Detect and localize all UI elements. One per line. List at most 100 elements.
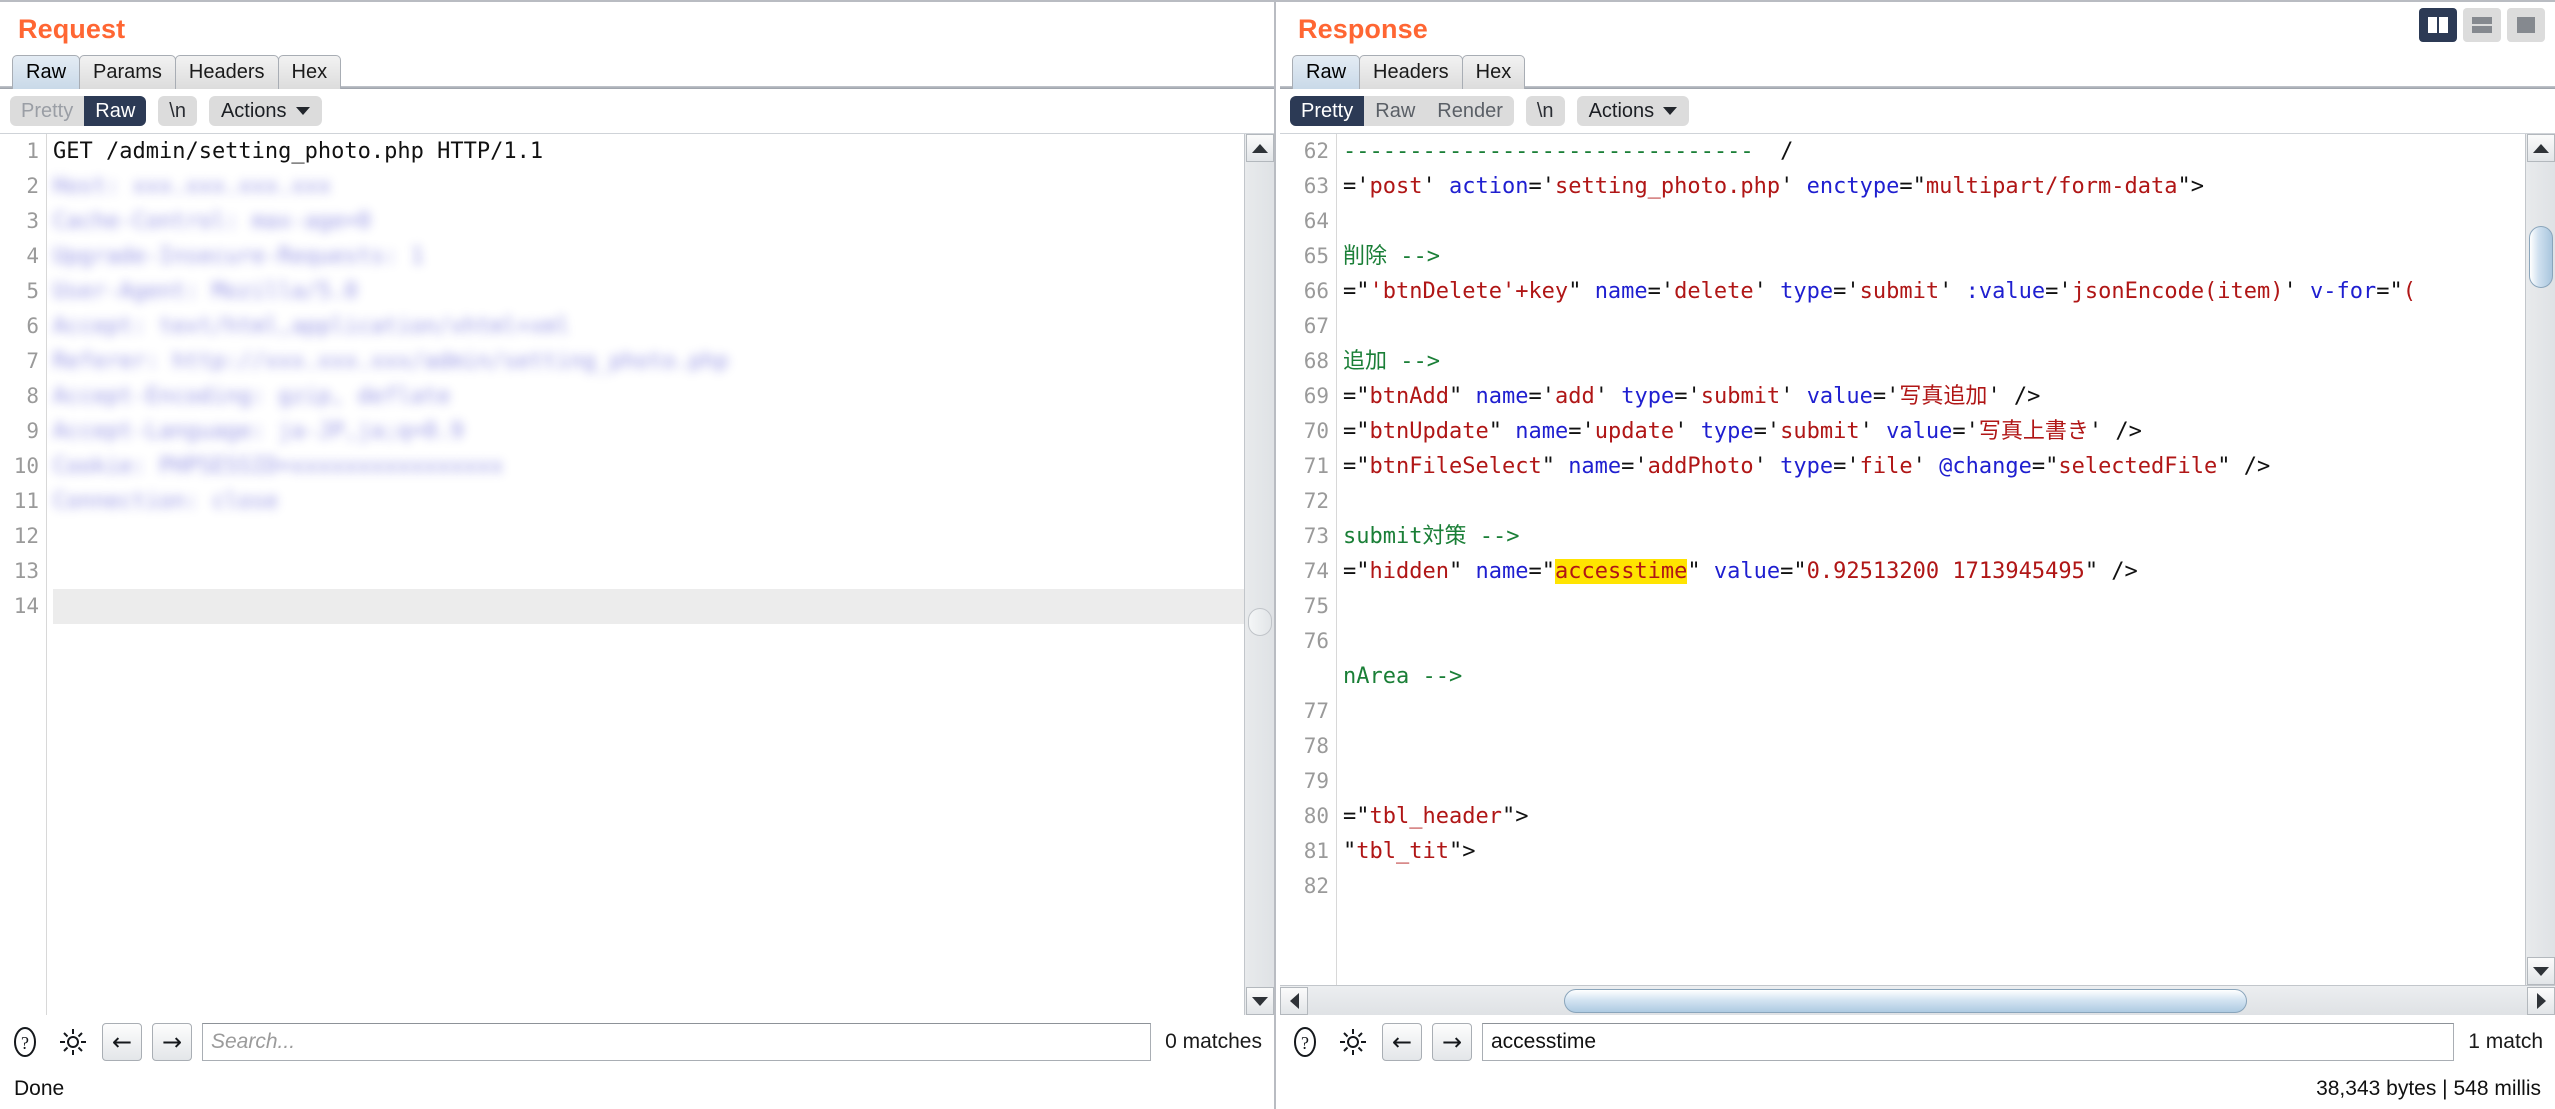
request-tab-headers[interactable]: Headers: [175, 55, 279, 89]
response-line-number: 74: [1280, 554, 1329, 589]
code-token: type: [1621, 384, 1674, 409]
response-line-number: 72: [1280, 484, 1329, 519]
response-code-area[interactable]: ------------------------------- /='post'…: [1336, 134, 2525, 985]
code-token: ": [1449, 559, 1476, 584]
response-settings-button[interactable]: [1334, 1023, 1372, 1061]
request-response-split: Request Raw Params Headers Hex Pretty Ra…: [0, 2, 2555, 1109]
response-line-number: 69: [1280, 379, 1329, 414]
request-scroll-up-button[interactable]: [1246, 134, 1274, 162]
code-token: tbl_tit: [1356, 839, 1449, 864]
response-editor[interactable]: 6263646566676869707172737475767778798081…: [1280, 134, 2525, 985]
response-hscroll-thumb[interactable]: [1564, 989, 2247, 1013]
code-token: ': [1780, 384, 1807, 409]
request-find-next-button[interactable]: →: [152, 1023, 192, 1061]
response-scroll-left-button[interactable]: [1280, 987, 1308, 1015]
response-find-next-button[interactable]: →: [1432, 1023, 1472, 1061]
response-view-raw[interactable]: Raw: [1364, 96, 1426, 126]
code-token: selectedFile: [2058, 454, 2217, 479]
code-token: enctype: [1807, 174, 1900, 199]
request-editor-wrap: 1234567891011121314 GET /admin/setting_p…: [0, 133, 1274, 1015]
code-token: :value: [1966, 279, 2045, 304]
request-find-prev-button[interactable]: ←: [102, 1023, 142, 1061]
response-view-pretty[interactable]: Pretty: [1290, 96, 1364, 126]
side-by-side-icon: [2427, 16, 2449, 34]
redacted-header-text: User-Agent: Mozilla/5.0: [53, 279, 358, 304]
redacted-header-text: Cookie: PHPSESSID=xxxxxxxxxxxxxxxx: [53, 454, 503, 479]
request-code-area[interactable]: GET /admin/setting_photo.php HTTP/1.1Hos…: [46, 134, 1244, 1015]
code-token: =': [1621, 454, 1648, 479]
request-settings-button[interactable]: [54, 1023, 92, 1061]
response-vertical-scrollbar[interactable]: [2525, 134, 2555, 985]
layout-side-by-side-button[interactable]: [2419, 8, 2457, 42]
response-actions-button[interactable]: Actions: [1577, 96, 1690, 126]
redacted-header-text: Accept: text/html,application/xhtml+xml: [53, 314, 570, 339]
request-line-numbers: 1234567891011121314: [0, 134, 46, 1015]
code-token: ">: [1502, 804, 1529, 829]
request-vertical-scrollbar[interactable]: [1244, 134, 1274, 1015]
request-scroll-down-button[interactable]: [1246, 987, 1274, 1015]
response-code-line: nArea -->: [1343, 659, 2525, 694]
code-token: submit対策 -->: [1343, 524, 1519, 549]
response-code-line: ="hidden" name="accesstime" value="0.925…: [1343, 554, 2525, 589]
response-view-render[interactable]: Render: [1426, 96, 1514, 126]
response-view-mode-group: Pretty Raw Render: [1290, 96, 1514, 126]
response-scroll-right-button[interactable]: [2527, 987, 2555, 1015]
response-line-number: 66: [1280, 274, 1329, 309]
code-token: " />: [2217, 454, 2270, 479]
request-tab-params[interactable]: Params: [79, 55, 176, 89]
code-token: ': [1913, 454, 1940, 479]
request-scroll-thumb[interactable]: [1248, 608, 1272, 636]
request-scroll-track[interactable]: [1246, 162, 1274, 987]
request-tab-hex[interactable]: Hex: [278, 55, 342, 89]
response-tab-hex[interactable]: Hex: [1462, 55, 1526, 89]
response-line-number: 79: [1280, 764, 1329, 799]
response-newline-toggle[interactable]: \n: [1526, 96, 1565, 126]
arrow-left-icon: ←: [112, 1030, 132, 1054]
code-token: =': [1343, 174, 1370, 199]
redacted-header-text: Cache-Control: max-age=0: [53, 209, 371, 234]
request-actions-button[interactable]: Actions: [209, 96, 322, 126]
request-tab-raw[interactable]: Raw: [12, 55, 80, 89]
response-scroll-down-button[interactable]: [2527, 957, 2555, 985]
request-tabstrip: Raw Params Headers Hex: [0, 51, 1274, 89]
response-code-line: ="'btnDelete'+key" name='delete' type='s…: [1343, 274, 2525, 309]
request-editor[interactable]: 1234567891011121314 GET /admin/setting_p…: [0, 134, 1244, 1015]
request-match-count: 0 matches: [1161, 1030, 1262, 1054]
response-scroll-track[interactable]: [2527, 162, 2555, 957]
response-scroll-thumb[interactable]: [2529, 226, 2553, 288]
response-tab-raw[interactable]: Raw: [1292, 55, 1360, 89]
redacted-header-text: Accept-Encoding: gzip, deflate: [53, 384, 450, 409]
triangle-up-icon: [2533, 144, 2549, 153]
response-line-number: 75: [1280, 589, 1329, 624]
response-search-input[interactable]: [1482, 1023, 2454, 1061]
request-search-input[interactable]: [202, 1023, 1151, 1061]
response-horizontal-scrollbar[interactable]: [1280, 985, 2555, 1015]
layout-stacked-button[interactable]: [2463, 8, 2501, 42]
request-view-raw[interactable]: Raw: [84, 96, 146, 126]
request-code-line: Connection: close: [53, 484, 1244, 519]
code-token: ": [1687, 559, 1714, 584]
layout-single-pane-button[interactable]: [2507, 8, 2545, 42]
request-line-number: 3: [0, 204, 39, 239]
response-hscroll-track[interactable]: [1308, 987, 2527, 1015]
response-find-bar: ? ← → 1 mat: [1280, 1015, 2555, 1069]
response-find-prev-button[interactable]: ←: [1382, 1023, 1422, 1061]
code-token: 追加 -->: [1343, 349, 1440, 374]
request-view-pretty[interactable]: Pretty: [10, 96, 84, 126]
response-tab-headers[interactable]: Headers: [1359, 55, 1463, 89]
code-token: name: [1595, 279, 1648, 304]
request-code-line: Accept-Encoding: gzip, deflate: [53, 379, 1244, 414]
code-token: =': [1873, 384, 1900, 409]
response-scroll-up-button[interactable]: [2527, 134, 2555, 162]
response-view-toolbar: Pretty Raw Render \n Actions: [1280, 89, 2555, 133]
request-newline-toggle[interactable]: \n: [158, 96, 197, 126]
response-code-line: ='post' action='setting_photo.php' encty…: [1343, 169, 2525, 204]
chevron-down-icon: [1663, 107, 1677, 115]
request-code-line: Accept-Language: ja-JP,ja;q=0.9: [53, 414, 1244, 449]
request-help-button[interactable]: ?: [6, 1023, 44, 1061]
response-help-button[interactable]: ?: [1286, 1023, 1324, 1061]
code-token: ': [1939, 279, 1966, 304]
code-token: submit: [1860, 279, 1939, 304]
response-line-number: 67: [1280, 309, 1329, 344]
code-token: -------------------------------: [1343, 139, 1754, 164]
